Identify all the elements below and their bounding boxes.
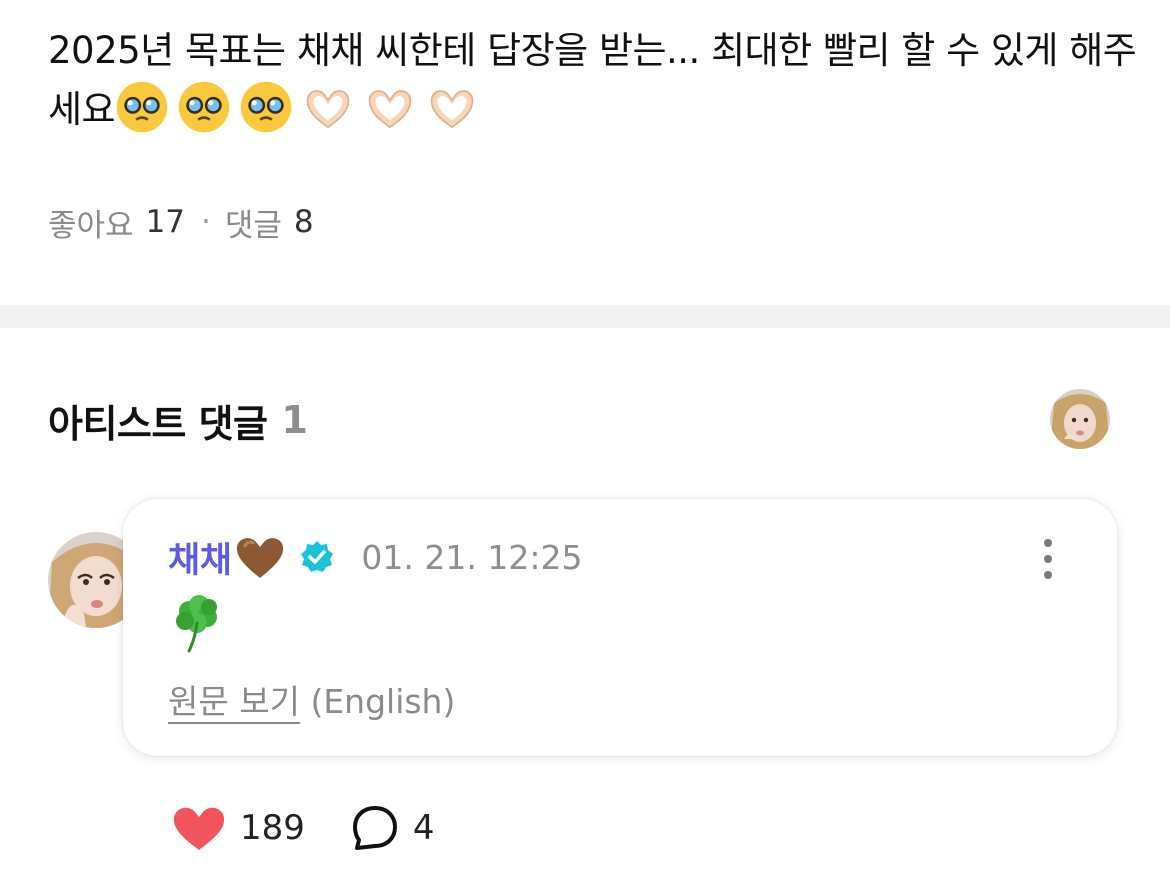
comment-header: 채채 01. 21. 12:25 (168, 529, 582, 585)
more-dot (1044, 571, 1052, 579)
pleading-face-icon (178, 81, 230, 133)
heart-hands-icon (306, 90, 350, 129)
artist-avatar-small[interactable] (1050, 389, 1110, 449)
original-language: (English) (310, 682, 456, 721)
comment-timestamp: 01. 21. 12:25 (361, 537, 583, 577)
pleading-face-icon (240, 81, 292, 133)
comments-label[interactable]: 댓글 (225, 200, 282, 245)
reply-bubble-icon[interactable] (351, 804, 399, 852)
artist-comments-count: 1 (281, 398, 308, 442)
view-original-link[interactable]: 원문 보기 (168, 682, 300, 721)
likes-label[interactable]: 좋아요 (48, 200, 134, 245)
reply-count: 4 (412, 808, 435, 848)
translation-row: 원문 보기 (English) (168, 675, 455, 723)
comment-author-name[interactable]: 채채 (168, 532, 232, 583)
artist-comments-header: 아티스트 댓글 1 (48, 390, 308, 450)
more-options-button[interactable] (1033, 539, 1063, 579)
post-section: 2025년 목표는 채채 씨한테 답장을 받는... 최대한 빨리 할 수 있게… (0, 0, 1170, 305)
verified-badge-icon (301, 541, 334, 572)
post-body: 2025년 목표는 채채 씨한테 답장을 받는... 최대한 빨리 할 수 있게… (48, 22, 1138, 139)
artist-comment-card[interactable]: 채채 01. 21. 12:25 원문 보기 (English) (123, 499, 1117, 756)
brown-heart-icon (237, 538, 284, 578)
heart-icon[interactable] (172, 804, 226, 852)
more-dot (1044, 555, 1052, 563)
more-dot (1044, 539, 1052, 547)
comments-count[interactable]: 8 (294, 204, 314, 240)
heart-hands-icon (368, 90, 412, 129)
four-leaf-clover-icon (176, 595, 217, 653)
stats-separator: · (201, 204, 211, 240)
pleading-face-icon (116, 81, 168, 133)
like-count: 189 (240, 808, 305, 848)
likes-count[interactable]: 17 (146, 204, 185, 240)
post-stats: 좋아요 17 · 댓글 8 (48, 196, 314, 248)
artist-comments-title: 아티스트 댓글 (48, 401, 268, 446)
heart-hands-icon (430, 90, 474, 129)
section-divider (0, 305, 1170, 328)
comment-actions: 189 4 (172, 800, 435, 856)
